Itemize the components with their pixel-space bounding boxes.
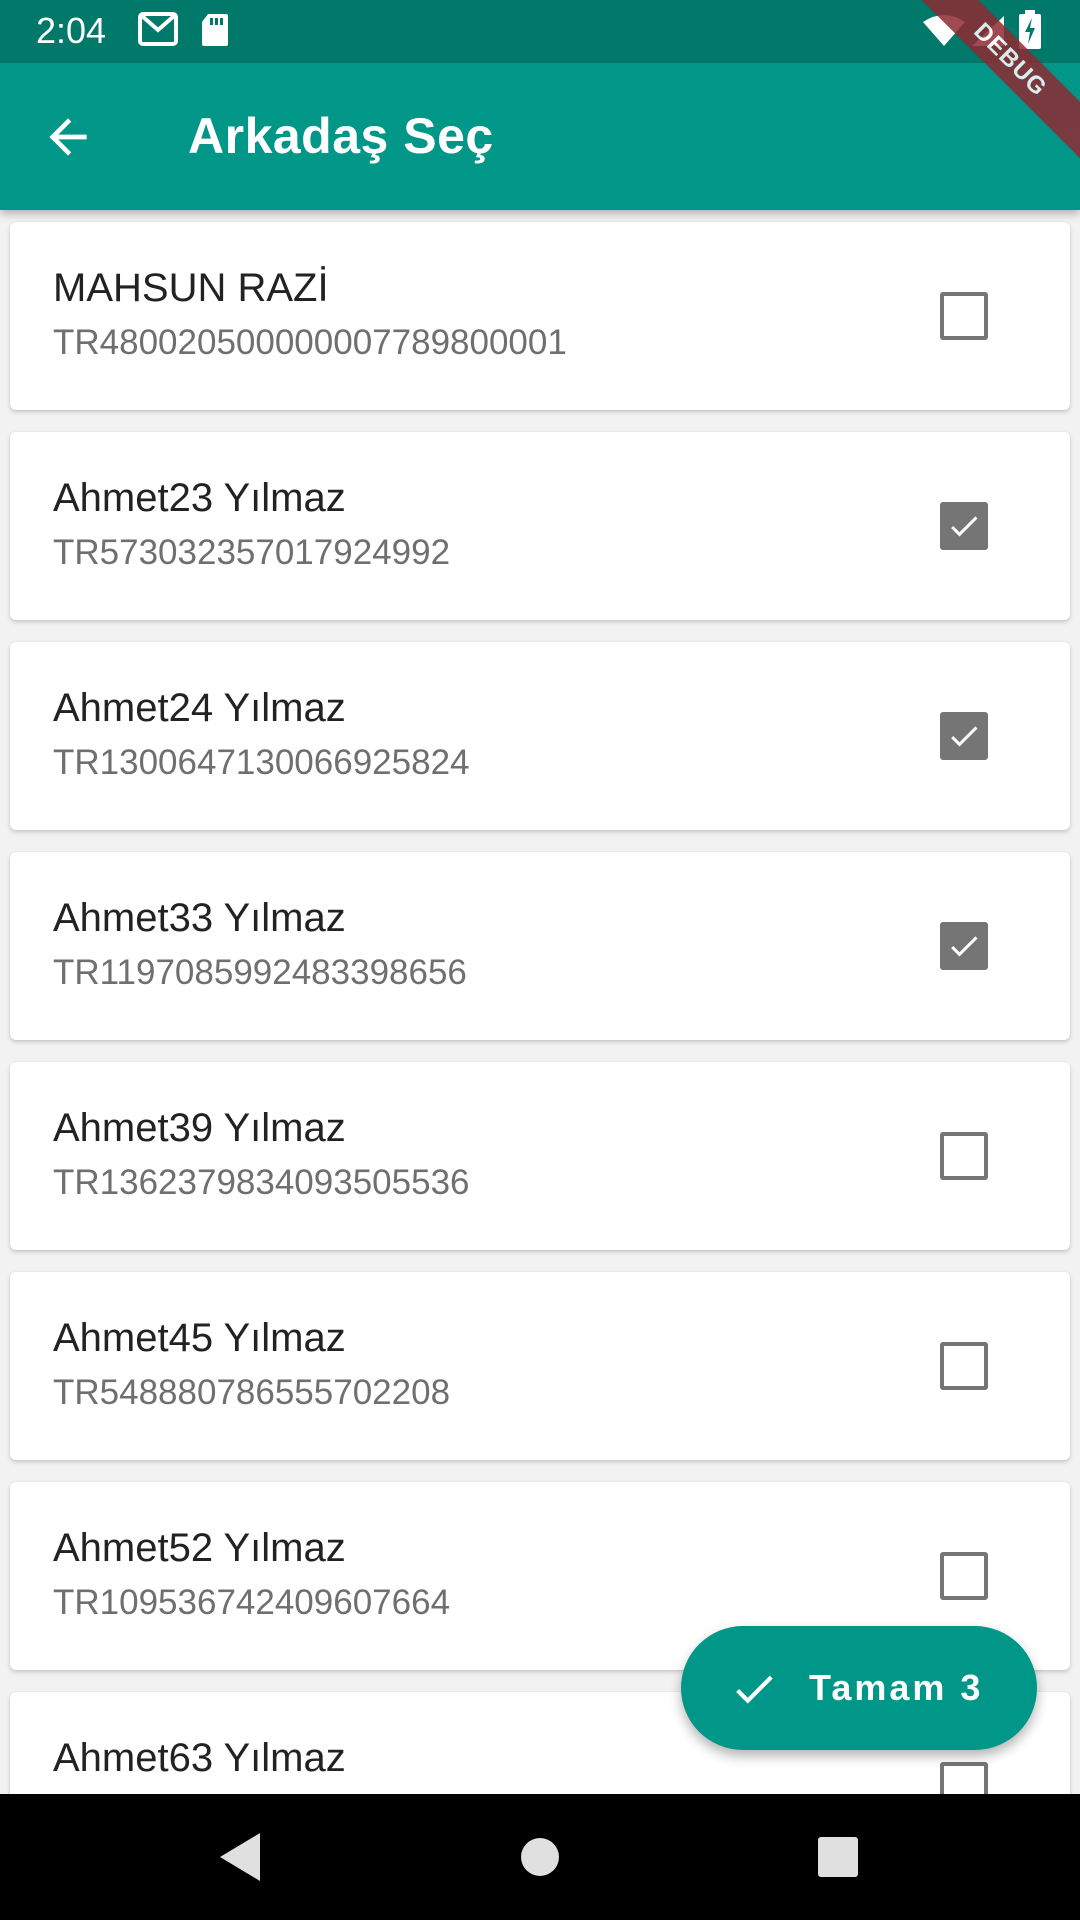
friend-card[interactable]: Ahmet33 Yılmaz TR119708599248339865​6 [10,852,1070,1040]
friend-checkbox-checked[interactable] [940,922,988,970]
check-icon [951,516,978,537]
friend-name: Ahmet63 Yılmaz [53,1736,346,1780]
friend-name: Ahmet39 Yılmaz [53,1106,346,1150]
friend-card[interactable]: Ahmet39 Yılmaz TR136237983409350553​6 [10,1062,1070,1250]
friend-card[interactable]: Ahmet24 Yılmaz TR130064713006692582​4 [10,642,1070,830]
friend-iban: TR573032357017924992 [53,533,451,572]
signal-icon [970,14,1006,53]
friend-checkbox-checked[interactable] [940,712,988,760]
back-button[interactable] [40,109,96,165]
screen: 2:04 DEBUG Arkadaş Seç MAHSUN RAZİ TR480… [0,0,1080,1920]
friend-checkbox[interactable] [940,1342,988,1390]
app-bar: Arkadaş Seç [0,63,1080,210]
back-triangle-icon [220,1833,260,1881]
friend-card[interactable]: Ahmet45 Yılmaz TR548880786555702208 [10,1272,1070,1460]
friend-checkbox[interactable] [940,1552,988,1600]
friend-name: Ahmet24 Yılmaz [53,686,346,730]
arrow-back-icon [49,118,87,156]
nav-recents-button[interactable] [808,1827,868,1887]
wifi-icon [922,14,966,53]
page-title: Arkadaş Seç [188,108,494,164]
check-icon [951,936,978,957]
friend-checkbox[interactable] [940,1132,988,1180]
friend-iban: TR119708599248339865​6 [53,953,467,992]
status-time: 2:04 [36,10,107,51]
friend-name: Ahmet45 Yılmaz [53,1316,346,1360]
friend-checkbox[interactable] [940,292,988,340]
recents-square-icon [818,1837,858,1877]
battery-charging-icon [1018,10,1042,55]
friend-card[interactable]: Ahmet23 Yılmaz TR573032357017924992 [10,432,1070,620]
friend-checkbox-checked[interactable] [940,502,988,550]
sd-card-icon [200,12,230,53]
friend-list[interactable]: MAHSUN RAZİ TR480020500000007789800001 A… [0,210,1080,1794]
nav-back-button[interactable] [210,1827,270,1887]
friend-name: Ahmet33 Yılmaz [53,896,346,940]
friend-name: Ahmet52 Yılmaz [53,1526,346,1570]
check-icon [951,726,978,747]
friend-card[interactable]: MAHSUN RAZİ TR480020500000007789800001 [10,222,1070,410]
friend-iban: TR548880786555702208 [53,1373,451,1412]
friend-iban: TR109536742409607664 [53,1583,451,1622]
friend-iban: TR130064713006692582​4 [53,743,470,782]
gmail-icon [138,12,178,51]
nav-home-button[interactable] [510,1827,570,1887]
friend-name: Ahmet23 Yılmaz [53,476,346,520]
friend-checkbox[interactable] [940,1762,988,1794]
status-bar: 2:04 [0,0,1080,63]
friend-iban: TR480020500000007789800001 [53,323,567,362]
confirm-fab[interactable]: Tamam 3 [681,1626,1037,1750]
friend-name: MAHSUN RAZİ [53,266,329,310]
system-nav-bar [0,1794,1080,1920]
home-circle-icon [521,1838,559,1876]
friend-iban: TR136237983409350553​6 [53,1163,470,1202]
check-icon [736,1675,773,1704]
fab-label: Tamam 3 [809,1667,984,1708]
